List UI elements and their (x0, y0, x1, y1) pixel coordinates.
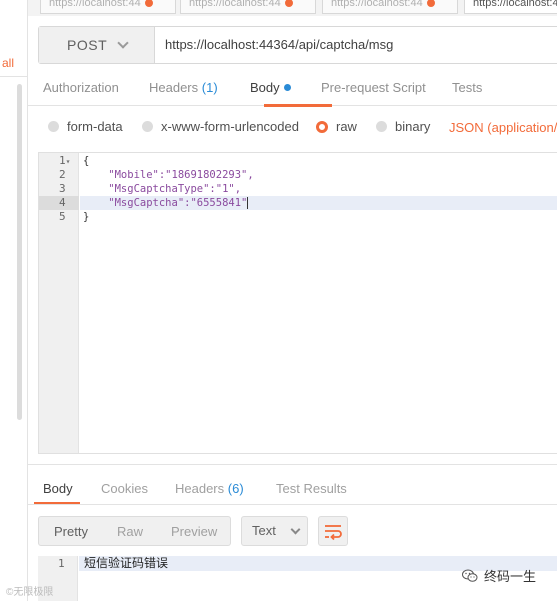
active-tab-indicator (264, 104, 332, 107)
tab-authorization[interactable]: Authorization (43, 80, 119, 95)
radio-binary[interactable]: binary (376, 119, 430, 134)
left-sidebar-strip: all (0, 0, 28, 601)
text-cursor (247, 197, 249, 209)
method-select[interactable]: POST (39, 27, 155, 63)
watermark-left: ©无限极限 (6, 587, 54, 598)
tab-headers-label: Headers (149, 80, 199, 95)
wechat-icon (462, 569, 478, 582)
response-tab-cookies[interactable]: Cookies (101, 481, 148, 496)
request-config-tabs: Authorization Headers (1) Body Pre-reque… (28, 72, 557, 107)
request-tab[interactable]: https://localhost:44 (40, 0, 176, 14)
response-format-select[interactable]: Text (241, 516, 308, 546)
sidebar-scrollbar[interactable] (17, 84, 22, 420)
radio-circle-icon (142, 121, 153, 132)
tab-headers-count: (1) (201, 80, 218, 95)
request-tab-label: https://localhost:44 (49, 0, 141, 9)
response-tab-headers[interactable]: Headers (6) (175, 481, 244, 496)
radio-binary-label: binary (395, 119, 431, 134)
fold-arrow-icon[interactable]: ▾ (66, 157, 71, 166)
url-input[interactable]: https://localhost:44364/api/captcha/msg (165, 27, 393, 63)
line-number: 3 (59, 182, 66, 195)
wrap-lines-icon (325, 525, 342, 541)
tab-body[interactable]: Body (250, 80, 291, 95)
response-line-number: 1 (58, 557, 65, 570)
radio-circle-icon (376, 121, 387, 132)
view-preview-button[interactable]: Preview (171, 524, 217, 539)
content-type-select[interactable]: JSON (application/js (449, 120, 557, 135)
unsaved-dot-icon (426, 0, 435, 8)
request-tab[interactable]: https://localhost:44 (180, 0, 316, 14)
code-line: { (83, 155, 90, 167)
tab-tests[interactable]: Tests (452, 80, 482, 95)
request-bar: POST https://localhost:44364/api/captcha… (38, 26, 557, 64)
request-tab-strip: https://localhost:44 https://localhost:4… (28, 0, 557, 16)
sidebar-all-link[interactable]: all (2, 56, 14, 70)
line-number: 4 (59, 196, 66, 209)
method-label: POST (67, 37, 108, 53)
request-tab[interactable]: https://localhost:44 (322, 0, 458, 14)
response-tab-body[interactable]: Body (43, 481, 73, 496)
line-number: 1▾ (59, 154, 71, 167)
request-body-editor[interactable]: 1▾ 2 3 4 5 { "Mobile":"18691802293", "Ms… (38, 152, 557, 454)
view-raw-button[interactable]: Raw (117, 524, 143, 539)
radio-raw[interactable]: raw (316, 119, 357, 134)
request-tab-label: https://localhost:44 (331, 0, 423, 9)
response-view-toggle: Pretty Raw Preview (38, 516, 231, 546)
response-format-label: Text (252, 523, 276, 538)
tab-headers[interactable]: Headers (1) (149, 80, 218, 95)
tab-prerequest-script[interactable]: Pre-request Script (321, 80, 426, 95)
unsaved-dot-icon (144, 0, 153, 8)
view-pretty-button[interactable]: Pretty (54, 524, 88, 539)
request-tab-active[interactable]: https://localhost:44 (464, 0, 557, 14)
line-number: 5 (59, 210, 66, 223)
radio-raw-label: raw (336, 119, 357, 134)
chevron-down-icon (290, 524, 301, 535)
line-number: 2 (59, 168, 66, 181)
code-line: } (83, 211, 90, 223)
tab-body-label: Body (250, 80, 280, 95)
response-tabs-border (28, 504, 557, 505)
chevron-down-icon (117, 36, 129, 49)
response-tab-test-results[interactable]: Test Results (276, 481, 347, 496)
response-tabs: Body Cookies Headers (6) Test Results (28, 470, 557, 505)
wrap-lines-button[interactable] (318, 516, 348, 546)
code-line: "Mobile":"18691802293", (83, 169, 254, 181)
sidebar-divider (0, 76, 28, 77)
watermark-right: 终码一生 (462, 566, 536, 585)
code-line-active: "MsgCaptcha":"6555841" (83, 197, 249, 209)
response-divider (28, 464, 557, 465)
watermark-right-text: 终码一生 (484, 569, 537, 584)
unsaved-dot-icon (284, 0, 293, 8)
radio-form-data-label: form-data (67, 119, 123, 134)
radio-urlencoded[interactable]: x-www-form-urlencoded (142, 119, 299, 134)
radio-urlencoded-label: x-www-form-urlencoded (161, 119, 299, 134)
radio-form-data[interactable]: form-data (48, 119, 123, 134)
response-tab-headers-label: Headers (175, 481, 225, 496)
radio-checked-icon (316, 120, 328, 133)
code-line: "MsgCaptchaType":"1", (83, 183, 242, 195)
request-tab-label: https://localhost:44 (189, 0, 281, 9)
radio-circle-icon (48, 121, 59, 132)
response-headers-count: (6) (227, 481, 244, 496)
request-tab-label: https://localhost:44 (473, 0, 557, 9)
response-text: 短信验证码错误 (84, 556, 169, 570)
body-modified-dot-icon (283, 84, 291, 92)
